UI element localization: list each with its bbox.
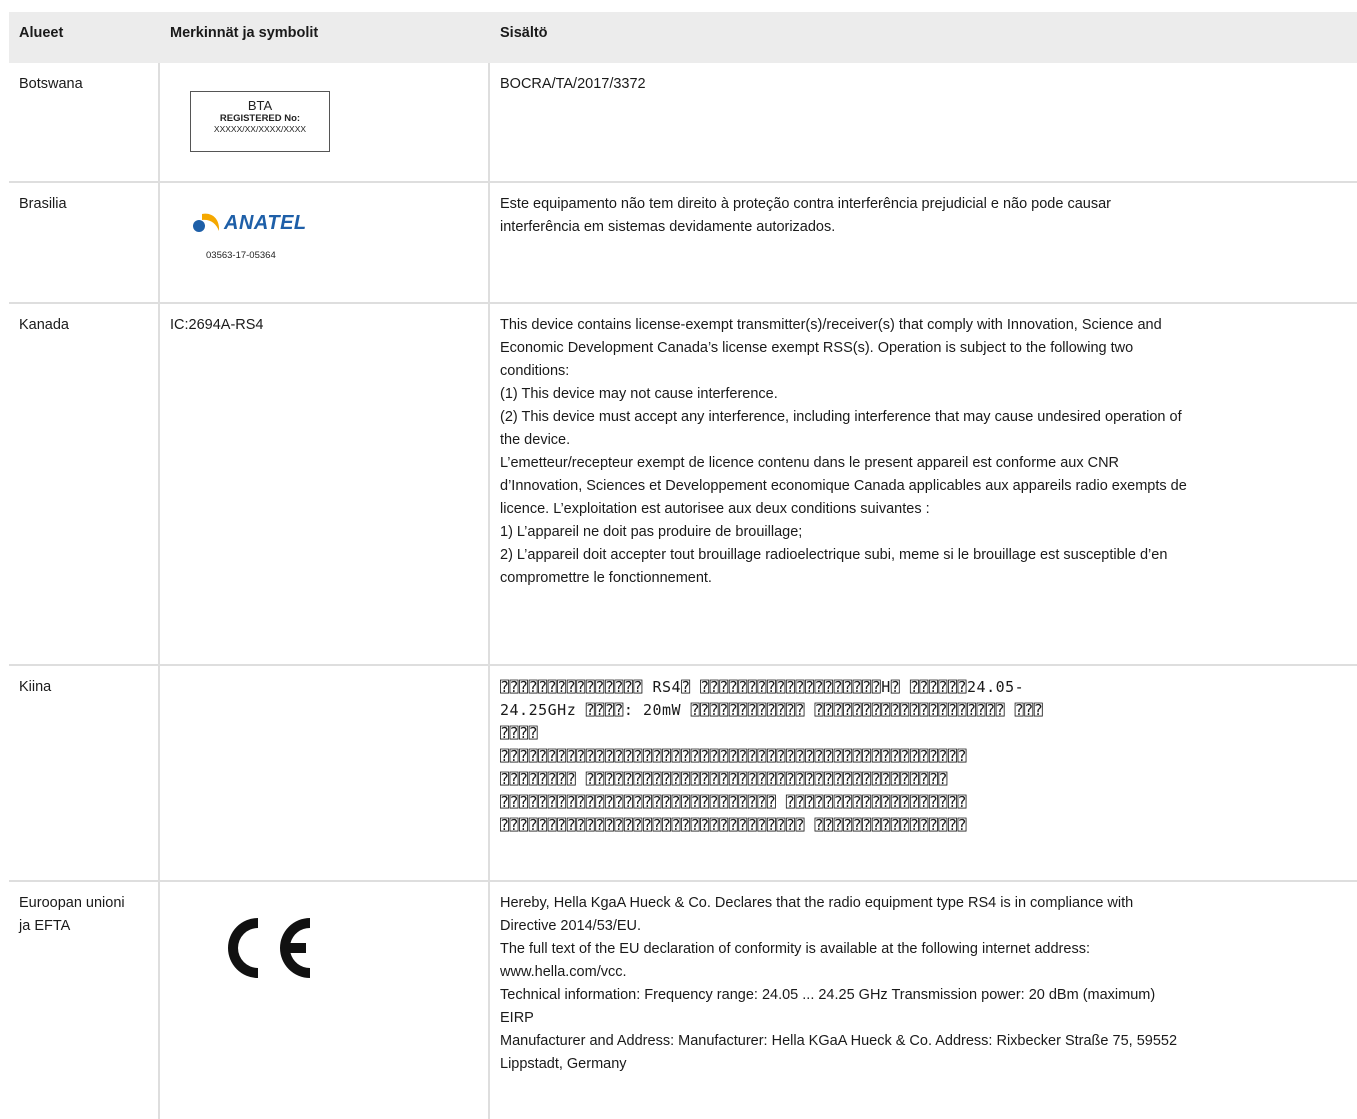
content-cell: BOCRA/TA/2017/3372	[490, 63, 1357, 181]
content-line: ⍰⍰⍰⍰⍰⍰⍰⍰ ⍰⍰⍰⍰⍰⍰⍰⍰⍰⍰⍰⍰⍰⍰⍰⍰⍰⍰⍰⍰⍰⍰⍰⍰⍰⍰⍰⍰⍰⍰⍰…	[500, 770, 948, 788]
content-line: (1) This device may not cause interferen…	[500, 386, 778, 402]
region-line: ja EFTA	[19, 918, 71, 934]
content-line: Technical information: Frequency range: …	[500, 987, 1156, 1003]
symbol-cell	[160, 666, 490, 880]
certification-table: Alueet Merkinnät ja symbolit Sisältö Bot…	[9, 12, 1357, 1119]
region-line: Euroopan unioni	[19, 895, 125, 911]
bta-registered-text: REGISTERED No:	[219, 113, 301, 124]
content-line: compromettre le fonctionnement.	[500, 570, 712, 586]
content-line: Directive 2014/53/EU.	[500, 918, 642, 934]
anatel-logo: ANATEL 03563-17-05364	[192, 209, 332, 267]
anatel-brand-text: ANATEL	[224, 211, 307, 234]
table-row-eu-efta: Euroopan unioni ja EFTA Hereby, Hella Kg…	[9, 882, 1357, 1119]
symbol-cell: BTA REGISTERED No: XXXXX/XX/XXXX/XXXX	[160, 63, 490, 181]
region-label: Euroopan unioni ja EFTA	[9, 882, 160, 1119]
content-cell: This device contains license-exempt tran…	[490, 304, 1357, 664]
region-label: Kanada	[9, 304, 160, 664]
ce-mark-icon	[210, 912, 478, 992]
header-content: Sisältö	[500, 25, 548, 41]
content-line: interferência em sistemas devidamente au…	[500, 219, 836, 235]
table-header: Alueet Merkinnät ja symbolit Sisältö	[9, 12, 1357, 63]
content-line: ⍰⍰⍰⍰⍰⍰⍰⍰⍰⍰⍰⍰⍰⍰⍰⍰⍰⍰⍰⍰⍰⍰⍰⍰⍰⍰⍰⍰⍰⍰⍰⍰ ⍰⍰⍰⍰⍰⍰⍰…	[500, 816, 968, 834]
content-cell: ⍰⍰⍰⍰⍰⍰⍰⍰⍰⍰⍰⍰⍰⍰⍰ RS4⍰ ⍰⍰⍰⍰⍰⍰⍰⍰⍰⍰⍰⍰⍰⍰⍰⍰⍰⍰⍰…	[490, 666, 1357, 880]
content-line: This device contains license-exempt tran…	[500, 317, 1162, 333]
symbol-cell	[160, 882, 490, 1119]
content-line: ⍰⍰⍰⍰	[500, 724, 539, 742]
content-line: Este equipamento não tem direito à prote…	[500, 196, 1111, 212]
table-row-kanada: Kanada IC:2694A-RS4 This device contains…	[9, 304, 1357, 666]
content-line: Hereby, Hella KgaA Hueck & Co. Declares …	[500, 895, 1134, 911]
bta-title: BTA	[247, 98, 273, 113]
content-line: conditions:	[500, 363, 570, 379]
content-line: 24.25GHz ⍰⍰⍰⍰: 20mW ⍰⍰⍰⍰⍰⍰⍰⍰⍰⍰⍰⍰ ⍰⍰⍰⍰⍰⍰⍰…	[500, 701, 1044, 719]
table-row-kiina: Kiina ⍰⍰⍰⍰⍰⍰⍰⍰⍰⍰⍰⍰⍰⍰⍰ RS4⍰ ⍰⍰⍰⍰⍰⍰⍰⍰⍰⍰⍰⍰⍰…	[9, 666, 1357, 882]
content-line: Lippstadt, Germany	[500, 1056, 627, 1072]
content-line: Economic Development Canada’s license ex…	[500, 340, 1134, 356]
bta-number: XXXXX/XX/XXXX/XXXX	[213, 124, 307, 134]
region-label: Brasilia	[9, 183, 160, 302]
content-line: www.hella.com/vcc.	[500, 964, 627, 980]
region-label: Kiina	[9, 666, 160, 880]
content-cell: Hereby, Hella KgaA Hueck & Co. Declares …	[490, 882, 1357, 1119]
content-line: L’emetteur/recepteur exempt de licence c…	[500, 455, 1120, 471]
bta-registration-label: BTA REGISTERED No: XXXXX/XX/XXXX/XXXX	[190, 91, 330, 152]
content-line: EIRP	[500, 1010, 534, 1026]
header-marks-symbols: Merkinnät ja symbolit	[170, 25, 319, 41]
anatel-number: 03563-17-05364	[206, 250, 276, 261]
content-line: licence. L’exploitation est autorisee au…	[500, 501, 930, 517]
region-label: Botswana	[9, 63, 160, 181]
content-line: 1) L’appareil ne doit pas produire de br…	[500, 524, 803, 540]
content-line: ⍰⍰⍰⍰⍰⍰⍰⍰⍰⍰⍰⍰⍰⍰⍰⍰⍰⍰⍰⍰⍰⍰⍰⍰⍰⍰⍰⍰⍰⍰⍰⍰⍰⍰⍰⍰⍰⍰⍰⍰…	[500, 747, 968, 765]
content-line: Manufacturer and Address: Manufacturer: …	[500, 1033, 1178, 1049]
content-line: ⍰⍰⍰⍰⍰⍰⍰⍰⍰⍰⍰⍰⍰⍰⍰⍰⍰⍰⍰⍰⍰⍰⍰⍰⍰⍰⍰⍰⍰ ⍰⍰⍰⍰⍰⍰⍰⍰⍰⍰…	[500, 793, 968, 811]
anatel-swoosh-icon	[193, 213, 220, 232]
content-line: BOCRA/TA/2017/3372	[500, 76, 646, 92]
content-line: d’Innovation, Sciences et Developpement …	[500, 478, 1187, 494]
content-cell: Este equipamento não tem direito à prote…	[490, 183, 1357, 302]
symbol-text: IC:2694A-RS4	[160, 304, 490, 664]
content-line: ⍰⍰⍰⍰⍰⍰⍰⍰⍰⍰⍰⍰⍰⍰⍰ RS4⍰ ⍰⍰⍰⍰⍰⍰⍰⍰⍰⍰⍰⍰⍰⍰⍰⍰⍰⍰⍰…	[500, 678, 1025, 696]
content-line: 2) L’appareil doit accepter tout brouill…	[500, 547, 1168, 563]
symbol-cell: ANATEL 03563-17-05364	[160, 183, 490, 302]
header-regions: Alueet	[19, 25, 64, 41]
table-row-botswana: Botswana BTA REGISTERED No: XXXXX/XX/XXX…	[9, 63, 1357, 183]
content-line: (2) This device must accept any interfer…	[500, 409, 1182, 425]
content-line: the device.	[500, 432, 571, 448]
content-line: The full text of the EU declaration of c…	[500, 941, 1090, 957]
table-row-brasilia: Brasilia ANATEL 03563-17-05364 Este equi…	[9, 183, 1357, 304]
